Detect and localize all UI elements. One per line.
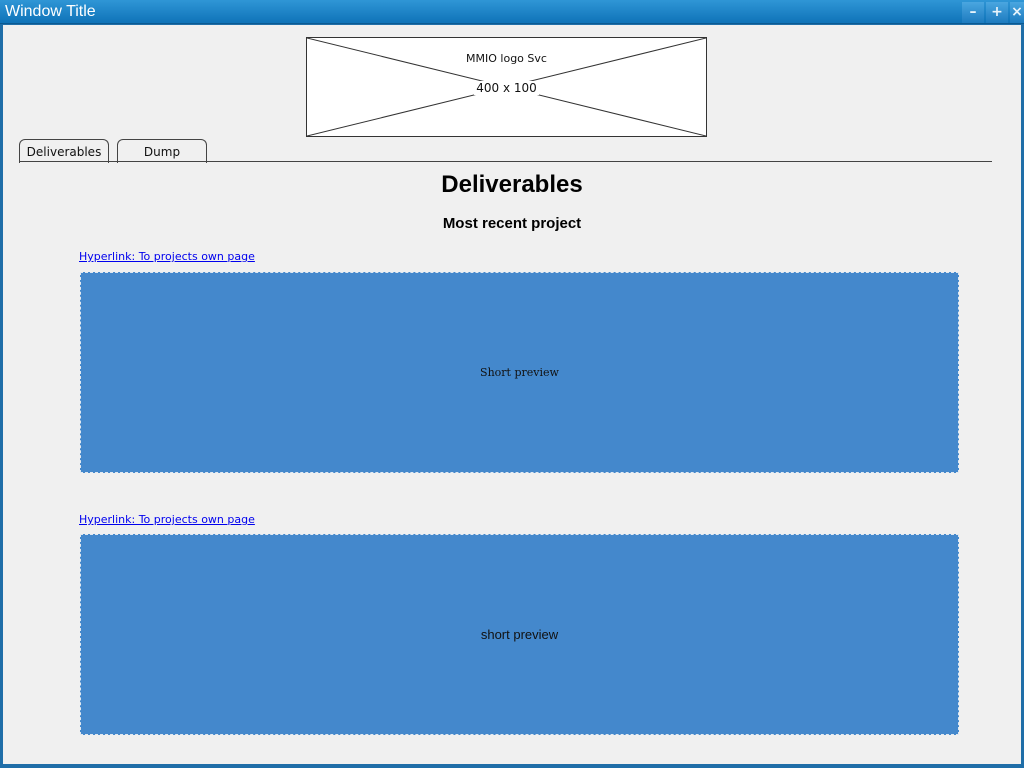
window-content: MMIO logo Svc 400 x 100 Deliverables Dum… (3, 25, 1021, 764)
tab-dump[interactable]: Dump (117, 139, 207, 163)
close-button[interactable]: × (1010, 2, 1024, 23)
preview-text-1: Short preview (480, 366, 559, 379)
page-title: Deliverables (441, 171, 583, 198)
project-link-1[interactable]: Hyperlink: To projects own page (79, 250, 255, 263)
logo-size-label: 400 x 100 (307, 81, 706, 95)
maximize-button[interactable]: + (986, 2, 1008, 23)
minimize-button[interactable]: – (962, 2, 984, 23)
close-icon: × (1011, 4, 1023, 20)
app-window: Window Title – + × MMIO logo Svc 400 x 1… (0, 0, 1024, 768)
logo-placeholder: MMIO logo Svc 400 x 100 (306, 37, 707, 137)
project-preview-1[interactable]: Short preview (80, 272, 959, 473)
tab-divider (19, 161, 992, 162)
preview-text-2: short preview (480, 627, 559, 642)
logo-size-text: 400 x 100 (474, 81, 539, 95)
project-preview-2[interactable]: short preview (80, 534, 959, 735)
project-link-2[interactable]: Hyperlink: To projects own page (79, 513, 255, 526)
section-title: Most recent project (442, 215, 582, 232)
maximize-icon: + (991, 4, 1003, 20)
minimize-icon: – (969, 4, 977, 20)
logo-label: MMIO logo Svc (466, 52, 547, 65)
window-title: Window Title (5, 3, 96, 20)
title-bar[interactable]: Window Title – + × (0, 0, 1024, 24)
tab-deliverables[interactable]: Deliverables (19, 139, 109, 163)
